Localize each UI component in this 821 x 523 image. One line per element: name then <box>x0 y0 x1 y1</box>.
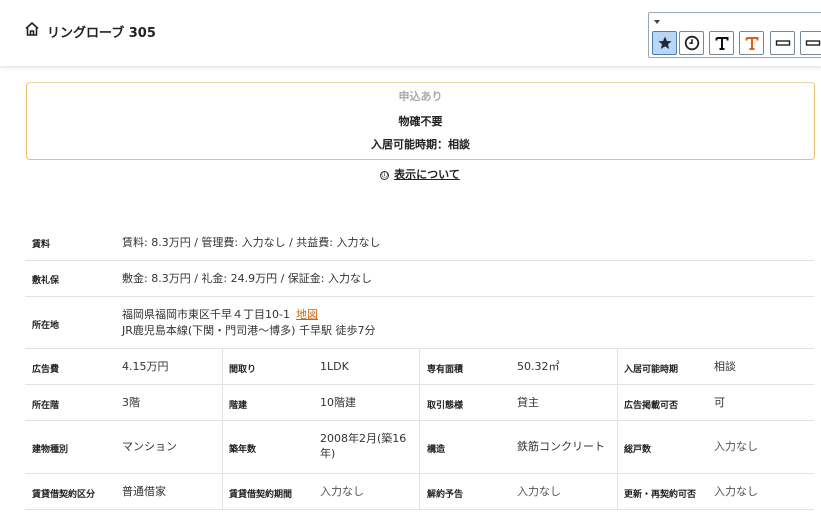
structure-value: 鉄筋コンクリート <box>517 440 605 453</box>
clock-icon <box>684 35 699 51</box>
star-tool-button[interactable] <box>652 31 677 55</box>
building-type-label: 建物種別 <box>32 445 69 455</box>
detail-row-rent: 賃料 賃料: 8.3万円 / 管理費: 入力なし / 共益費: 入力なし <box>25 225 814 261</box>
home-icon[interactable] <box>24 21 40 37</box>
deposit-value: 敷金: 8.3万円 / 礼金: 24.9万円 / 保証金: 入力なし <box>122 272 372 285</box>
floor-area-value: 50.32㎡ <box>517 360 560 373</box>
address-label: 所在地 <box>32 321 60 331</box>
ad-permission-label: 広告掲載可否 <box>624 401 679 411</box>
floor-value: 3階 <box>122 396 140 409</box>
building-type-value: マンション <box>122 440 177 453</box>
ad-permission-value: 可 <box>714 396 725 409</box>
station-access: JR鹿児島本線(下関・門司港～博多) 千早駅 徒歩7分 <box>122 324 376 337</box>
rent-label: 賃料 <box>32 240 51 250</box>
layout-value: 1LDK <box>320 360 349 373</box>
stories-label: 階建 <box>229 401 248 411</box>
cancellation-notice-label: 解約予告 <box>427 490 464 500</box>
line-tool-button-2[interactable] <box>800 31 821 55</box>
lease-type-value: 普通借家 <box>122 485 166 498</box>
transaction-type-value: 貸主 <box>517 396 539 409</box>
line-tool-button[interactable] <box>770 31 795 55</box>
lease-type-label: 賃貸借契約区分 <box>32 490 96 500</box>
move-in-label: 入居可能時期 <box>624 365 679 375</box>
info-icon: ⓘ <box>380 171 390 180</box>
property-title: リングローブ 305 <box>47 26 156 41</box>
display-info: ⓘ 表示について <box>0 166 821 182</box>
text-icon <box>715 37 728 50</box>
lease-term-label: 賃貸借契約期間 <box>229 490 293 500</box>
text-orange-icon <box>745 37 758 50</box>
address-text: 福岡県福岡市東区千早４丁目10-1 <box>122 308 290 321</box>
total-units-label: 総戸数 <box>624 445 652 455</box>
clock-tool-button[interactable] <box>679 31 704 55</box>
structure-label: 構造 <box>427 445 446 455</box>
line-icon <box>775 40 790 46</box>
rent-value: 賃料: 8.3万円 / 管理費: 入力なし / 共益費: 入力なし <box>122 236 381 249</box>
application-status: 申込あり <box>398 90 443 103</box>
floor-area-label: 専有面積 <box>427 365 464 375</box>
lease-term-value: 入力なし <box>320 485 364 498</box>
cancellation-notice-value: 入力なし <box>517 485 561 498</box>
renewal-label: 更新・再契約可否 <box>624 490 697 500</box>
move-in-note: 入居可能時期：相談 <box>371 138 470 151</box>
verification-note: 物確不要 <box>398 115 443 128</box>
toolbar-dropdown-toggle[interactable] <box>654 20 660 24</box>
transaction-type-label: 取引態様 <box>427 401 464 411</box>
renewal-value: 入力なし <box>714 485 758 498</box>
status-notice-box: 申込あり 物確不要 入居可能時期：相談 <box>26 82 815 160</box>
address-line: 福岡県福岡市東区千早４丁目10-1 地図 <box>122 307 318 322</box>
detail-grid-row: 賃貸借契約区分 普通借家 賃貸借契約期間 入力なし 解約予告 入力なし 更新・再… <box>25 474 814 510</box>
detail-grid-row: 建物種別 マンション 築年数 2008年2月(築16年) 構造 鉄筋コンクリート… <box>25 421 814 474</box>
detail-row-address: 所在地 福岡県福岡市東区千早４丁目10-1 地図 JR鹿児島本線(下関・門司港～博… <box>25 297 814 349</box>
star-icon <box>657 36 672 49</box>
text-tool-button[interactable] <box>709 31 734 55</box>
deposit-label: 敷礼保 <box>32 276 60 286</box>
stories-value: 10階建 <box>320 396 356 409</box>
building-age-value: 2008年2月(築16年) <box>320 432 407 460</box>
detail-grid-row: 広告費 4.15万円 間取り 1LDK 専有面積 50.32㎡ 入居可能時期 相… <box>25 349 814 385</box>
floor-label: 所在階 <box>32 401 60 411</box>
detail-grid-row: 所在階 3階 階建 10階建 取引態様 貸主 広告掲載可否 可 <box>25 385 814 421</box>
layout-label: 間取り <box>229 365 257 375</box>
display-info-link[interactable]: 表示について <box>394 168 460 181</box>
move-in-value: 相談 <box>714 360 736 373</box>
map-link[interactable]: 地図 <box>296 308 318 321</box>
total-units-value: 入力なし <box>714 440 758 453</box>
ad-fee-value: 4.15万円 <box>122 360 169 373</box>
text-color-tool-button[interactable] <box>739 31 764 55</box>
annotation-toolbar <box>648 12 821 58</box>
ad-fee-label: 広告費 <box>32 365 60 375</box>
line-icon <box>805 40 820 46</box>
detail-row-deposit: 敷礼保 敷金: 8.3万円 / 礼金: 24.9万円 / 保証金: 入力なし <box>25 261 814 297</box>
building-age-label: 築年数 <box>229 445 257 455</box>
page-header: リングローブ 305 <box>0 0 821 66</box>
